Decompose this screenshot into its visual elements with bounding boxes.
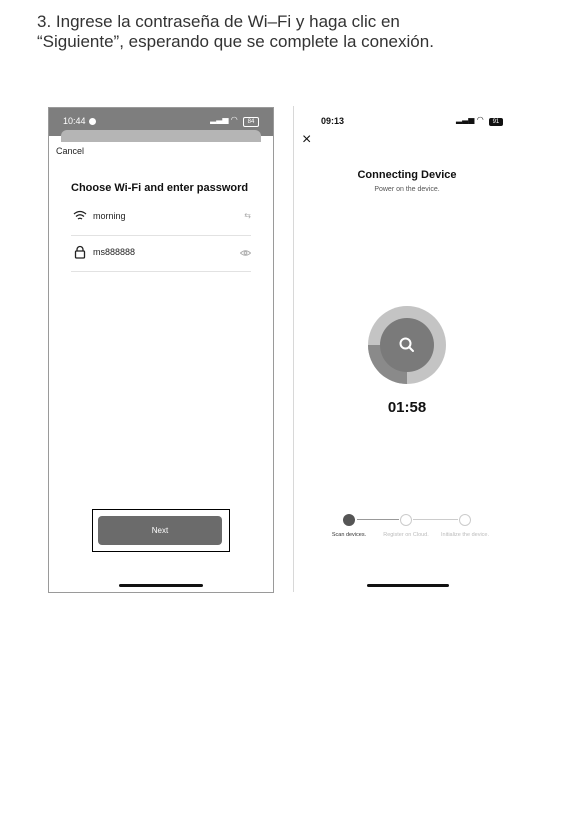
instruction-line-1: 3. Ingrese la contraseña de Wi–Fi y haga… [37,12,400,31]
eye-icon[interactable] [240,249,251,257]
sheet-background-card [61,130,261,142]
wifi-name: morning [93,211,126,221]
password-row[interactable]: ms888888 [71,235,251,272]
wifi-icon [73,210,87,220]
status-time: 09:13 [321,116,345,126]
signal-icon: ▂▃▅ [210,115,229,124]
countdown-timer: 01:58 [387,399,427,416]
password-field[interactable]: ms888888 [93,247,135,257]
screenshot-divider [293,106,294,592]
step-register-cloud: Register on Cloud. [376,514,436,539]
wifi-network-row[interactable]: morning ⇆ [71,199,251,236]
lock-icon [74,245,86,259]
status-time: 10:44 [63,116,96,126]
step-scan-devices: Scan devices. [319,514,379,539]
home-indicator [119,584,203,587]
step-initialize-device: Initialize the device. [435,514,495,539]
wifi-status-icon: ◠ [230,115,238,124]
step-label: Register on Cloud. [383,532,429,538]
step-dot-icon [459,514,471,526]
page-title: Connecting Device [357,169,457,181]
cancel-button[interactable]: Cancel [56,146,84,156]
status-indicators: ▂▃▅ ◠ 91 [456,115,503,126]
wifi-status-icon: ◠ [476,115,484,124]
instruction-line-2: “Siguiente”, esperando que se complete l… [37,32,434,51]
status-indicators: ▂▃▅ ◠ 84 [210,115,259,127]
page-title: Choose Wi-Fi and enter password [71,182,249,194]
step-dot-icon [343,514,355,526]
step-dot-icon [400,514,412,526]
instruction-text: 3. Ingrese la contraseña de Wi–Fi y haga… [37,12,557,52]
step-label: Scan devices. [331,532,367,538]
switch-network-icon[interactable]: ⇆ [244,211,251,220]
signal-icon: ▂▃▅ [456,115,475,124]
location-icon [88,118,96,125]
battery-icon: 84 [243,117,259,127]
scan-progress-ring [368,306,446,384]
battery-icon: 91 [488,118,503,126]
page-subtitle: Power on the device. [374,186,440,193]
home-indicator [367,584,449,587]
close-icon[interactable]: × [302,132,311,148]
next-button[interactable]: Next [98,516,222,545]
step-label: Initialize the device. [441,532,489,538]
